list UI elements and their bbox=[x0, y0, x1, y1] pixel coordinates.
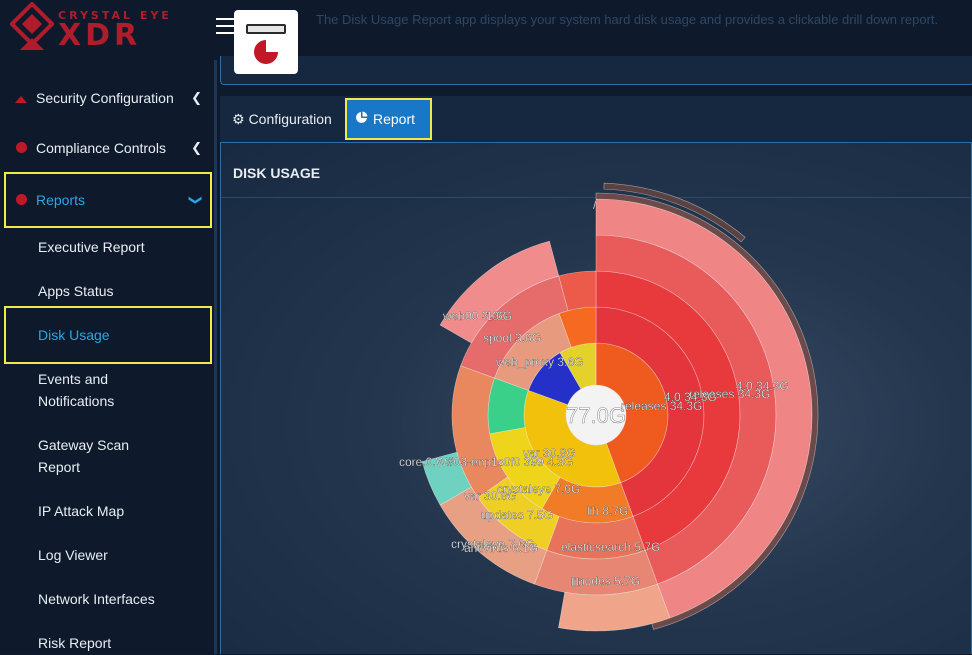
sidebar-subitem-network-interfaces[interactable]: Network Interfaces bbox=[38, 588, 155, 610]
hamburger-menu-icon[interactable] bbox=[216, 18, 234, 39]
sidebar-subitem-disk-usage[interactable]: Disk Usage bbox=[38, 324, 110, 346]
tab-label: Report bbox=[373, 111, 416, 127]
sidebar-item-label: Security Configuration bbox=[36, 90, 174, 106]
chevron-down-icon: ❮ bbox=[186, 194, 202, 206]
sunburst-label: 4.0 34.3G bbox=[664, 390, 717, 404]
disk-usage-panel: DISK USAGE 77.0G/4.0 34.3G releases 34.3G… bbox=[220, 142, 972, 654]
sunburst-label: crystaleye 7.6G bbox=[497, 482, 580, 496]
app-header-panel bbox=[220, 56, 972, 85]
disk-usage-app-icon bbox=[246, 24, 286, 64]
brand-logo[interactable]: CRYSTAL EYE XDR bbox=[0, 0, 214, 60]
sunburst-center-label: 77.0G bbox=[566, 403, 626, 428]
tab-bar: ⚙ Configuration Report bbox=[220, 98, 972, 140]
sunburst-label: lib bbox=[571, 575, 583, 589]
sidebar-item-reports[interactable]: Reports ❮ bbox=[4, 172, 212, 228]
sunburst-label: spool 3.6G bbox=[483, 331, 541, 345]
app-description: The Disk Usage Report app displays your … bbox=[316, 12, 939, 27]
disk-usage-sunburst-chart[interactable]: 77.0G/4.0 34.3Greleases 34.3Greleases 34… bbox=[221, 143, 971, 655]
tab-report[interactable]: Report bbox=[345, 98, 432, 140]
sidebar-subitem-risk-report[interactable]: Risk Report bbox=[38, 632, 111, 654]
sunburst-label: nodes 5.7G bbox=[578, 574, 640, 588]
circle-icon bbox=[6, 192, 36, 208]
sidebar-subitem-gateway-report[interactable]: Report bbox=[38, 456, 80, 478]
chevron-left-icon: ❮ bbox=[191, 140, 202, 155]
app-icon-card bbox=[234, 10, 298, 74]
sidebar-subitem-apps-status[interactable]: Apps Status bbox=[38, 280, 114, 302]
sunburst-label: 1.6G bbox=[486, 309, 512, 323]
sidebar-item-compliance-controls[interactable]: Compliance Controls ❮ bbox=[0, 126, 214, 170]
tab-configuration[interactable]: ⚙ Configuration bbox=[222, 98, 342, 140]
sunburst-label: lib 8.7G bbox=[587, 504, 628, 518]
sidebar-item-label: Reports bbox=[36, 192, 86, 208]
sunburst-label: antivirus 6.1G bbox=[464, 541, 538, 555]
top-bar bbox=[214, 0, 972, 60]
sidebar: CRYSTAL EYE XDR Security Configuration ❮… bbox=[0, 0, 217, 654]
sidebar-subitem-events-and[interactable]: Events and bbox=[38, 368, 108, 390]
sidebar-subitem-ip-attack-map[interactable]: IP Attack Map bbox=[38, 500, 124, 522]
triangle-icon bbox=[6, 90, 36, 106]
sidebar-subitem-log-viewer[interactable]: Log Viewer bbox=[38, 544, 108, 566]
gear-icon: ⚙ bbox=[232, 110, 245, 127]
sunburst-label: core.0.W#03-enp1s0f0 399 4.3G bbox=[399, 455, 573, 469]
sidebar-subitem-notifications[interactable]: Notifications bbox=[38, 390, 114, 412]
pie-chart-icon bbox=[355, 111, 368, 127]
tab-label: Configuration bbox=[248, 111, 332, 127]
chevron-left-icon: ❮ bbox=[191, 90, 202, 105]
brand-main-text: XDR bbox=[58, 18, 142, 53]
sunburst-label: elasticsearch 5.7G bbox=[561, 540, 660, 554]
sunburst-label: updates 7.5G bbox=[481, 508, 553, 522]
sidebar-item-label: Compliance Controls bbox=[36, 140, 166, 156]
sidebar-subitem-executive-report[interactable]: Executive Report bbox=[38, 236, 145, 258]
logo-icon bbox=[10, 2, 54, 50]
sidebar-item-security-configuration[interactable]: Security Configuration ❮ bbox=[0, 76, 214, 120]
sidebar-subitem-gateway-scan[interactable]: Gateway Scan bbox=[38, 434, 129, 456]
sunburst-label: web_proxy 3.6G bbox=[495, 355, 583, 369]
circle-icon bbox=[6, 140, 36, 156]
